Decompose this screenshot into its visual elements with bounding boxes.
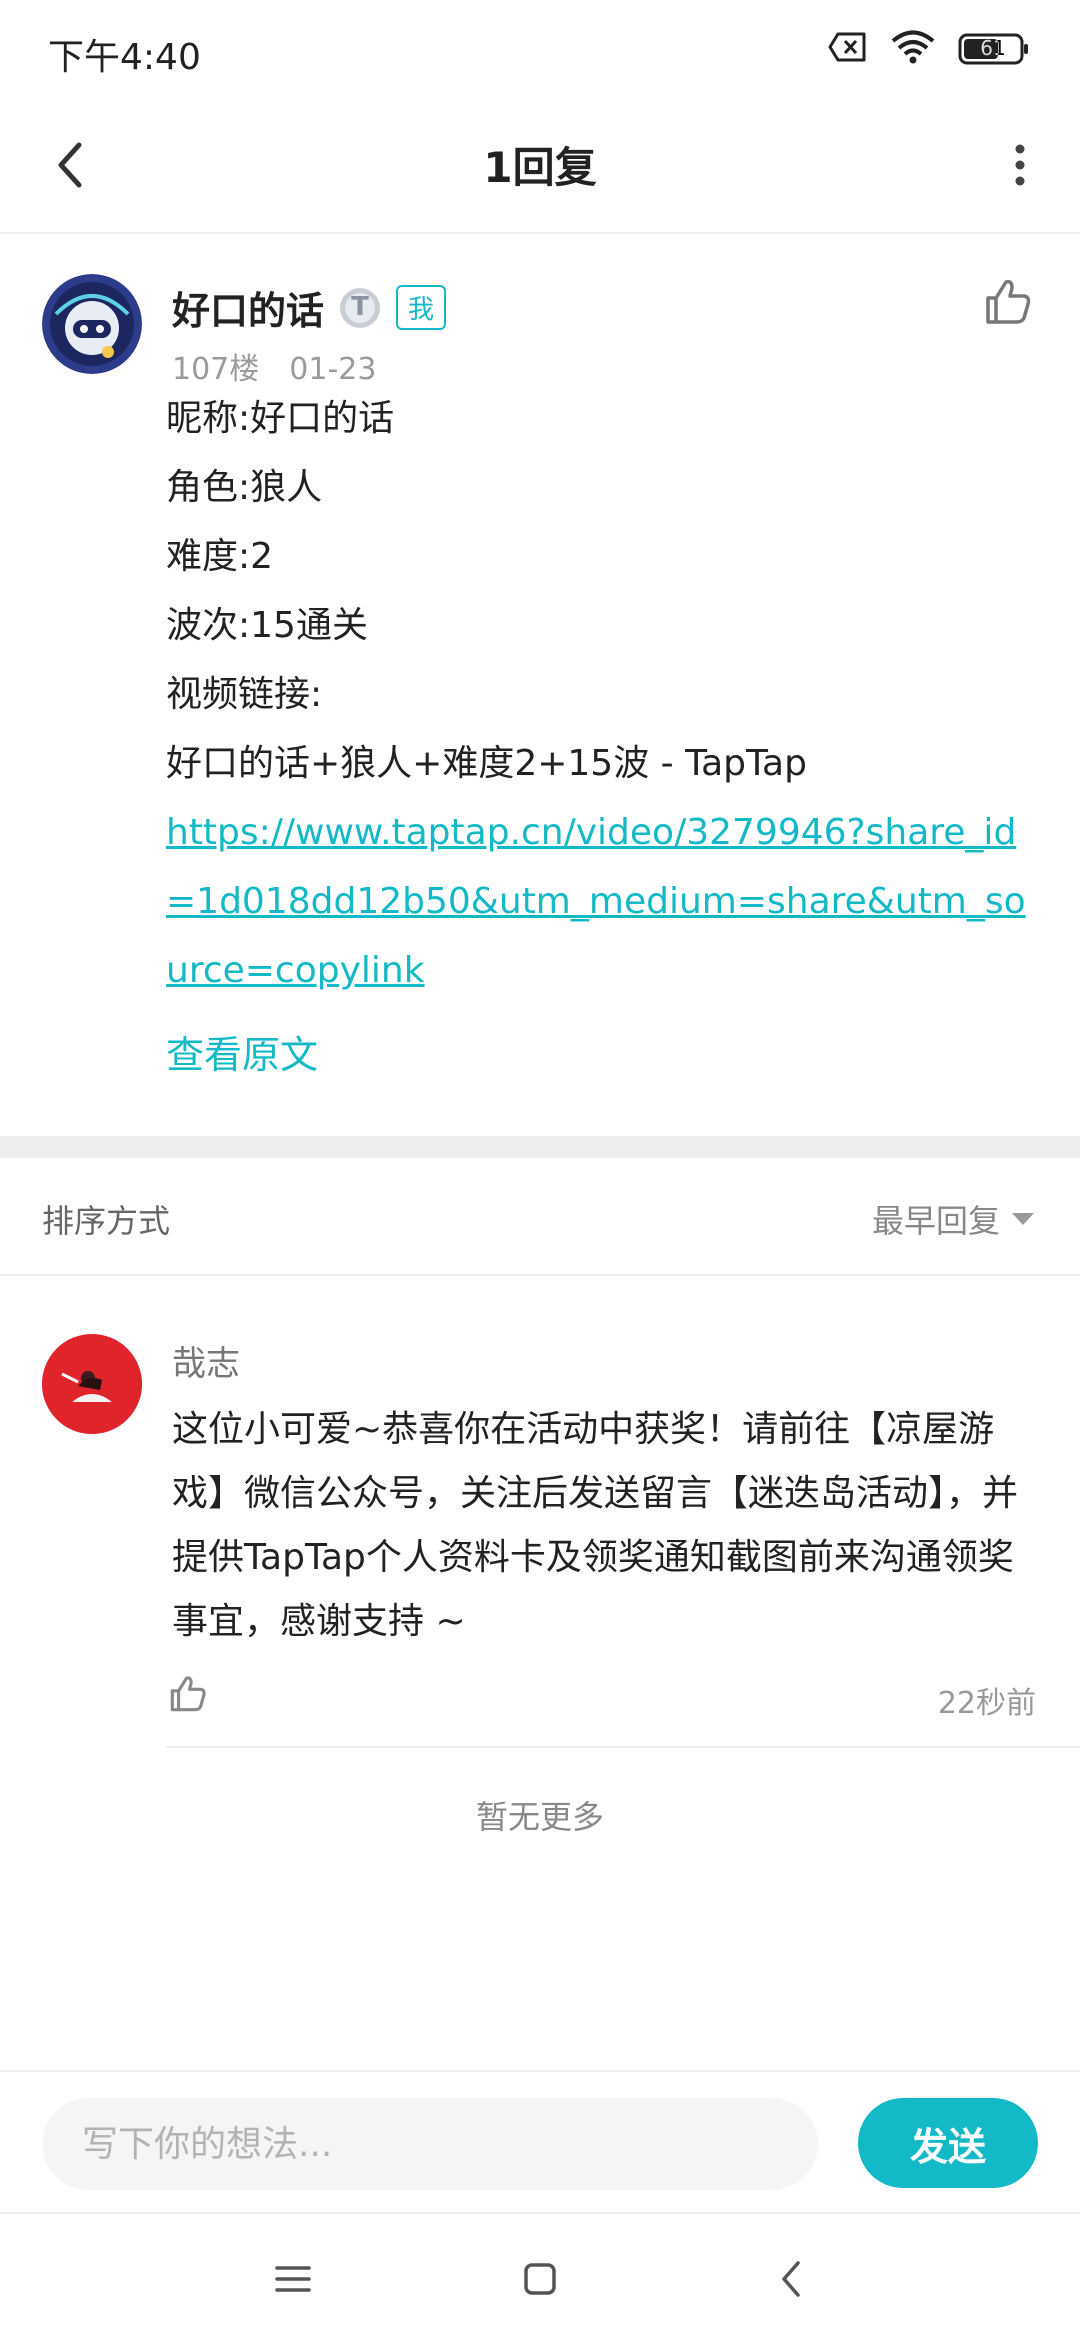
battery-level: 61 — [980, 36, 1006, 60]
avatar[interactable] — [42, 1334, 142, 1434]
more-button[interactable] — [990, 130, 1050, 200]
post-line: 视频链接: — [166, 674, 323, 715]
comment-input[interactable] — [42, 2098, 818, 2190]
post-body: 昵称:好口的话 角色:狼人 难度:2 波次:15通关 视频链接: 好口的话+狼人… — [166, 384, 1026, 1005]
author-row: 好口的话 T 我 — [172, 280, 447, 335]
reply-time: 22秒前 — [937, 1686, 1036, 1721]
chevron-left-icon — [782, 2261, 800, 2297]
page-title: 1回复 — [483, 143, 597, 192]
author-name[interactable]: 好口的话 — [172, 280, 324, 335]
square-icon — [524, 2263, 556, 2295]
level-badge-icon: T — [338, 286, 382, 330]
post-line: 昵称:好口的话 — [166, 398, 395, 439]
home-button[interactable] — [505, 2244, 575, 2314]
post-line: 波次:15通关 — [166, 605, 368, 646]
thumbs-up-icon — [170, 1676, 206, 1712]
post-meta: 107楼 01-23 — [172, 344, 376, 388]
divider — [166, 1746, 1080, 1748]
top-app-bar: 1回复 — [0, 100, 1080, 234]
menu-icon — [275, 2266, 311, 2292]
avatar[interactable] — [42, 274, 142, 374]
status-icons: 61 — [828, 30, 1030, 68]
sort-label: 排序方式 — [42, 1202, 171, 1240]
no-more-text: 暂无更多 — [475, 1798, 604, 1836]
sort-dropdown[interactable]: 最早回复 — [872, 1196, 1034, 1242]
post-line: 好口的话+狼人+难度2+15波 - TapTap — [166, 743, 807, 784]
post-line: 难度:2 — [166, 536, 274, 577]
status-bar: 下午4:40 61 — [0, 0, 1080, 100]
sim-off-icon — [828, 31, 868, 67]
reply-like-button[interactable] — [166, 1672, 210, 1716]
thumbs-up-icon — [986, 279, 1031, 324]
sort-bar: 排序方式 最早回复 — [0, 1158, 1080, 1276]
more-vertical-icon — [1015, 144, 1025, 186]
wifi-icon — [890, 30, 936, 68]
level-badge-letter: T — [351, 291, 369, 322]
view-original-link[interactable]: 查看原文 — [166, 1024, 318, 1079]
post-line: 角色:狼人 — [166, 467, 323, 508]
system-nav-bar — [0, 2212, 1080, 2340]
status-time: 下午4:40 — [48, 37, 201, 78]
send-button[interactable]: 发送 — [858, 2098, 1038, 2188]
comment-bar: 发送 — [0, 2070, 1080, 2212]
section-divider — [0, 1136, 1080, 1158]
system-back-button[interactable] — [756, 2244, 826, 2314]
like-button[interactable] — [980, 274, 1036, 330]
battery-icon: 61 — [958, 32, 1030, 66]
video-link[interactable]: https://www.taptap.cn/video/3279946?shar… — [166, 798, 1026, 1005]
recent-apps-button[interactable] — [258, 2244, 328, 2314]
sort-selected: 最早回复 — [871, 1202, 1000, 1240]
reply-item: 哉志 这位小可爱~恭喜你在活动中获奖！请前往【凉屋游戏】微信公众号，关注后发送留… — [0, 1278, 1080, 1748]
original-post: 好口的话 T 我 107楼 01-23 昵称:好口的话 角色:狼人 难度:2 波次… — [0, 234, 1080, 1136]
me-badge: 我 — [396, 285, 447, 330]
reply-text: 这位小可爱~恭喜你在活动中获奖！请前往【凉屋游戏】微信公众号，关注后发送留言【迷… — [172, 1409, 1019, 1642]
floor-number: 107楼 — [172, 352, 260, 387]
post-date: 01-23 — [289, 352, 377, 387]
caret-down-icon — [1012, 1213, 1034, 1225]
reply-author[interactable]: 哉志 — [172, 1336, 240, 1385]
